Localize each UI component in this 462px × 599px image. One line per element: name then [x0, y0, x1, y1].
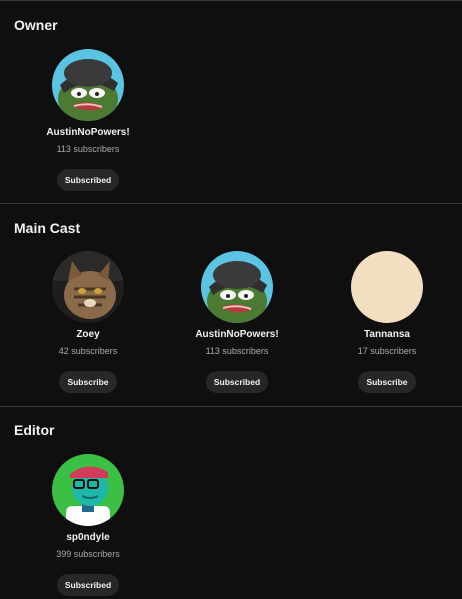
avatar[interactable] [52, 251, 124, 323]
subscriber-count: 113 subscribers [205, 346, 269, 356]
subscriber-count: 399 subscribers [56, 549, 120, 559]
subscribe-button[interactable]: Subscribe [59, 371, 117, 393]
creator-name[interactable]: AustinNoPowers! [167, 329, 307, 341]
divider [0, 0, 462, 1]
cat-photo-avatar-icon [52, 251, 124, 323]
section-title-owner: Owner [14, 17, 58, 33]
avatar[interactable] [52, 454, 124, 526]
avatar[interactable] [52, 49, 124, 121]
section-title-main-cast: Main Cast [14, 220, 81, 236]
divider [0, 203, 462, 204]
creator-card: AustinNoPowers! 113 subscribers Subscrib… [18, 49, 158, 191]
section-title-editor: Editor [14, 422, 55, 438]
cartoon-lizard-avatar-icon [52, 454, 124, 526]
creator-card: Tannansa 17 subscribers Subscribe [317, 251, 457, 393]
creator-card: sp0ndyle 399 subscribers Subscribed [18, 454, 158, 596]
subscriber-count: 42 subscribers [58, 346, 118, 356]
subscribe-button[interactable]: Subscribed [205, 371, 269, 393]
subscribe-button[interactable]: Subscribe [358, 371, 416, 393]
creator-name[interactable]: sp0ndyle [18, 532, 158, 544]
subscribe-button[interactable]: Subscribed [56, 169, 120, 191]
subscriber-count: 17 subscribers [357, 346, 417, 356]
subscriber-count: 113 subscribers [56, 144, 120, 154]
pepe-beanie-avatar-icon [201, 251, 273, 323]
avatar[interactable] [201, 251, 273, 323]
divider [0, 406, 462, 407]
creator-card: Zoey 42 subscribers Subscribe [18, 251, 158, 393]
creator-name[interactable]: Tannansa [317, 329, 457, 341]
creator-name[interactable]: AustinNoPowers! [18, 127, 158, 139]
subscribe-button[interactable]: Subscribed [56, 574, 120, 596]
blank-beige-avatar-icon [351, 251, 423, 323]
avatar[interactable] [351, 251, 423, 323]
creator-name[interactable]: Zoey [18, 329, 158, 341]
creator-card: AustinNoPowers! 113 subscribers Subscrib… [167, 251, 307, 393]
pepe-beanie-avatar-icon [52, 49, 124, 121]
